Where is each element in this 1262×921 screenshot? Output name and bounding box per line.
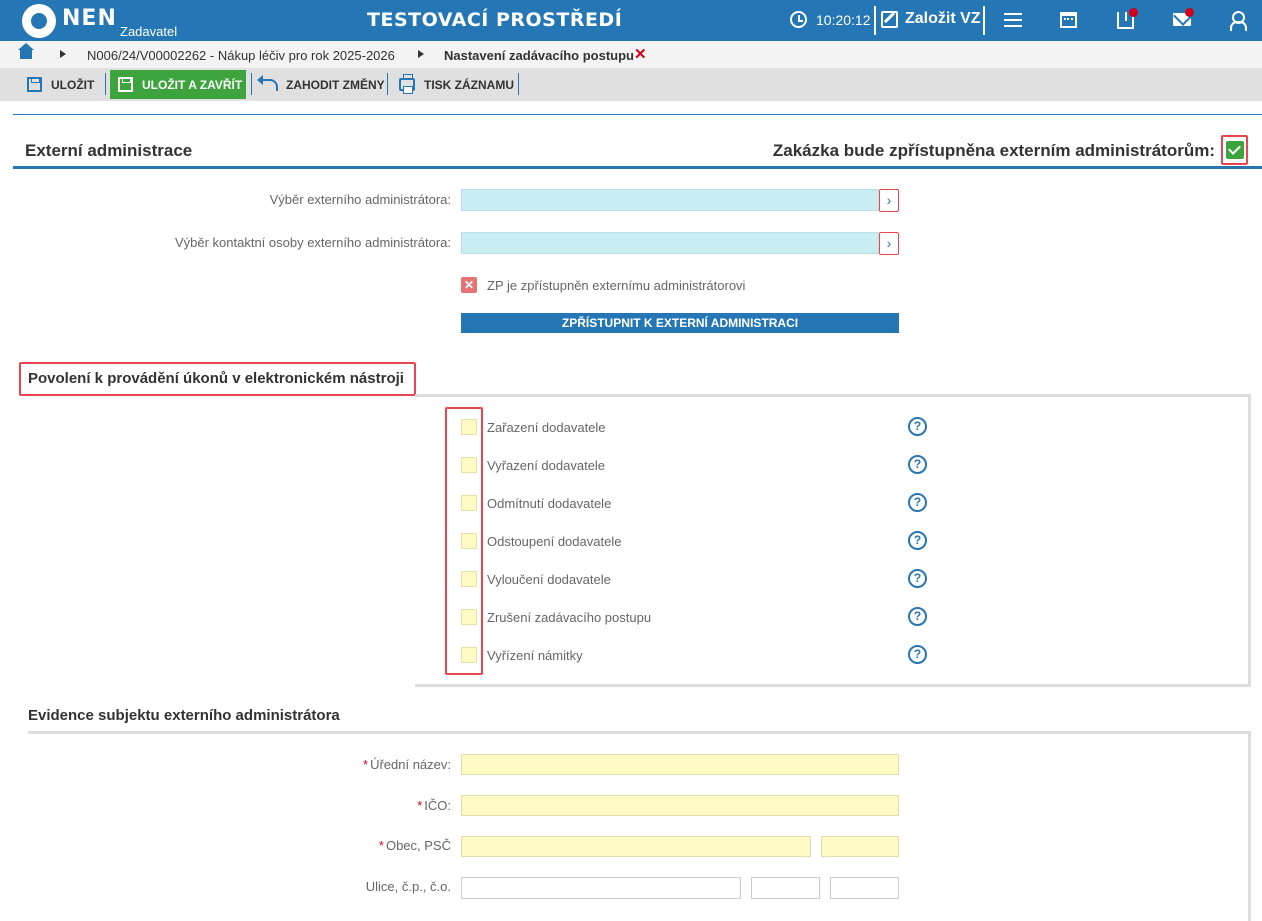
save-label: ULOŽIT	[51, 77, 95, 92]
new-vz-label: Založit VZ	[905, 10, 981, 27]
discard-changes-button[interactable]: ZAHODIT ZMĚNY	[257, 70, 385, 99]
house-number-field[interactable]	[751, 877, 820, 899]
help-icon[interactable]: ?	[908, 417, 927, 436]
admin-select-label: Výběr externího administrátora:	[269, 192, 451, 207]
external-contact-field[interactable]	[461, 232, 879, 254]
permission-checkbox[interactable]	[461, 419, 477, 435]
calendar-icon[interactable]	[1060, 12, 1077, 28]
toolbar: ULOŽIT ULOŽIT A ZAVŘÍT ZAHODIT ZMĚNY TIS…	[0, 68, 1262, 101]
external-access-checkbox[interactable]	[1226, 141, 1244, 159]
zip-field[interactable]	[821, 836, 899, 857]
external-access-label: Zakázka bude zpřístupněna externím admin…	[772, 141, 1215, 160]
help-icon[interactable]: ?	[908, 607, 927, 626]
close-tab-icon[interactable]: ✕	[634, 45, 647, 63]
logo-text[interactable]: NEN	[62, 6, 117, 31]
breadcrumb: N006/24/V00002262 - Nákup léčiv pro rok …	[0, 41, 1262, 68]
save-and-close-label: ULOŽIT A ZAVŘÍT	[142, 77, 243, 92]
breadcrumb-separator-icon	[418, 50, 424, 58]
breadcrumb-item-current: Nastavení zadávacího postupu	[444, 48, 634, 63]
environment-title: TESTOVACÍ PROSTŘEDÍ	[367, 9, 623, 31]
print-record-button[interactable]: TISK ZÁZNAMU	[399, 70, 514, 99]
external-admin-title: Externí administrace	[25, 141, 193, 160]
help-icon[interactable]: ?	[908, 645, 927, 664]
toolbar-divider	[518, 73, 519, 95]
discard-changes-label: ZAHODIT ZMĚNY	[286, 77, 385, 92]
official-name-label: * Úřední název:	[363, 757, 451, 772]
header-divider	[874, 6, 876, 35]
top-header: NEN Zadavatel TESTOVACÍ PROSTŘEDÍ 10:20:…	[0, 0, 1262, 41]
save-button[interactable]: ULOŽIT	[27, 70, 94, 99]
city-zip-label: * Obec, PSČ	[378, 838, 451, 853]
orientation-number-field[interactable]	[830, 877, 899, 899]
status-x-icon: ✕	[461, 277, 477, 293]
toolbar-divider	[387, 73, 388, 95]
external-admin-field[interactable]	[461, 189, 879, 211]
ico-label: * IČO:	[417, 798, 451, 813]
permission-label: Vyřízení námitky	[487, 648, 583, 663]
access-status-text: ZP je zpřístupněn externímu administráto…	[487, 278, 746, 293]
help-icon[interactable]: ?	[908, 493, 927, 512]
permission-label: Zrušení zadávacího postupu	[487, 610, 652, 625]
breadcrumb-item-contract[interactable]: N006/24/V00002262 - Nákup léčiv pro rok …	[87, 48, 395, 63]
help-icon[interactable]: ?	[908, 455, 927, 474]
permission-checkbox[interactable]	[461, 571, 477, 587]
mail-notification-badge	[1185, 8, 1194, 17]
help-icon[interactable]: ?	[908, 531, 927, 550]
session-clock: 10:20:12	[816, 12, 871, 28]
permission-checkbox[interactable]	[461, 609, 477, 625]
inbox-notification-badge	[1129, 8, 1138, 17]
permission-checkbox[interactable]	[461, 495, 477, 511]
contact-select-arrow-button[interactable]: ›	[879, 232, 899, 255]
toolbar-divider	[251, 73, 252, 95]
home-icon[interactable]	[18, 43, 34, 59]
clock-icon	[790, 11, 807, 28]
content-top-divider	[13, 114, 1262, 115]
undo-icon	[257, 74, 278, 91]
permission-label: Vyloučení dodavatele	[487, 572, 611, 587]
user-icon[interactable]	[1230, 11, 1247, 31]
section-divider	[13, 166, 1262, 169]
save-and-close-button[interactable]: ULOŽIT A ZAVŘÍT	[110, 70, 246, 99]
permission-checkbox[interactable]	[461, 647, 477, 663]
street-label: Ulice, č.p., č.o.	[365, 879, 451, 894]
permission-checkbox[interactable]	[461, 533, 477, 549]
grant-external-admin-button[interactable]: ZPŘÍSTUPNIT K EXTERNÍ ADMINISTRACI	[461, 313, 899, 333]
permission-label: Odmítnutí dodavatele	[487, 496, 612, 511]
ico-field[interactable]	[461, 795, 899, 816]
admin-select-arrow-button[interactable]: ›	[879, 189, 899, 212]
save-icon	[27, 77, 42, 92]
header-divider	[983, 6, 985, 35]
toolbar-divider	[105, 73, 106, 95]
logo-subtitle: Zadavatel	[120, 24, 178, 39]
print-record-label: TISK ZÁZNAMU	[424, 77, 514, 92]
street-field[interactable]	[461, 877, 741, 899]
contact-select-label: Výběr kontaktní osoby externího administ…	[174, 235, 451, 250]
permission-label: Vyřazení dodavatele	[487, 458, 606, 473]
city-field[interactable]	[461, 836, 811, 857]
save-icon	[118, 77, 133, 92]
evidence-title: Evidence subjektu externího administráto…	[28, 707, 340, 724]
help-icon[interactable]: ?	[908, 569, 927, 588]
breadcrumb-separator-icon	[60, 50, 66, 58]
print-icon	[399, 74, 415, 94]
edit-icon	[881, 11, 898, 28]
permission-checkbox[interactable]	[461, 457, 477, 473]
nen-logo-icon[interactable]	[22, 4, 56, 38]
permission-label: Odstoupení dodavatele	[487, 534, 622, 549]
permissions-title: Povolení k provádění úkonů v elektronick…	[28, 370, 404, 387]
official-name-field[interactable]	[461, 754, 899, 775]
permission-label: Zařazení dodavatele	[487, 420, 606, 435]
menu-icon[interactable]	[1004, 13, 1022, 27]
